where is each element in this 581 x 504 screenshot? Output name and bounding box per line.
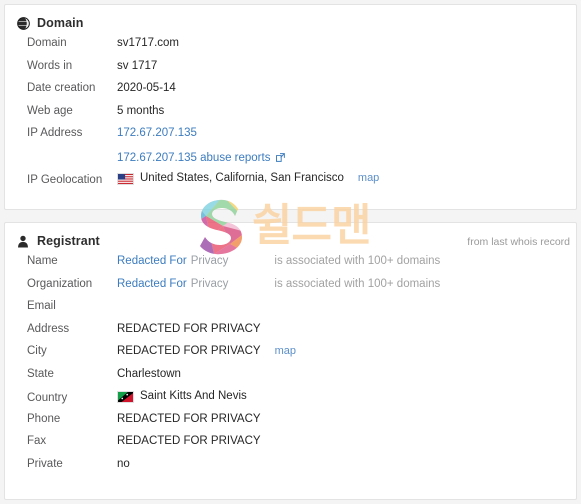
domain-card: Domain Domain sv1717.com Words in sv 171… bbox=[4, 4, 577, 210]
row-label: IP Address bbox=[27, 127, 83, 139]
row-value-date-creation: 2020-05-14 bbox=[117, 82, 176, 94]
saint-kitts-nevis-flag-icon bbox=[117, 391, 134, 403]
table-row: Name Redacted For Privacy is associated … bbox=[5, 255, 576, 278]
geolocation-map-link[interactable]: map bbox=[358, 172, 379, 184]
row-label: Organization bbox=[27, 277, 93, 290]
registrant-organization-link[interactable]: Redacted For bbox=[117, 278, 187, 290]
row-label: Address bbox=[27, 322, 70, 335]
row-value-ip-address: 172.67.207.135 bbox=[117, 127, 197, 139]
row-label: IP Geolocation bbox=[27, 174, 103, 186]
whois-source-note: from last whois record bbox=[467, 236, 570, 248]
abuse-reports-link[interactable]: 172.67.207.135 abuse reports bbox=[117, 152, 270, 164]
row-label: Domain bbox=[27, 37, 67, 49]
country-text: Saint Kitts And Nevis bbox=[140, 390, 247, 402]
row-value-geolocation: United States, California, San Francisco… bbox=[117, 172, 379, 185]
row-label: Date creation bbox=[27, 82, 96, 94]
row-value-words-in: sv 1717 bbox=[117, 59, 158, 72]
us-flag-icon bbox=[117, 173, 134, 185]
registrant-name-link[interactable]: Redacted For bbox=[117, 255, 187, 267]
registrant-card-header: Registrant from last whois record bbox=[5, 223, 576, 248]
ip-address-link[interactable]: 172.67.207.135 bbox=[117, 127, 197, 139]
table-row: Words in sv 1717 bbox=[5, 60, 576, 83]
row-label: Name bbox=[27, 255, 58, 267]
table-row: Country Saint Kitts And Nevis bbox=[5, 390, 576, 413]
registrant-organization-muted: Privacy bbox=[190, 277, 229, 290]
city-map-link[interactable]: map bbox=[275, 345, 296, 357]
table-row: Address REDACTED FOR PRIVACY bbox=[5, 323, 576, 346]
registrant-organization-association-note: is associated with 100+ domains bbox=[274, 277, 441, 290]
table-row: Organization Redacted For Privacy is ass… bbox=[5, 278, 576, 301]
row-label: Web age bbox=[27, 104, 73, 117]
row-value-private: no bbox=[117, 457, 130, 470]
registrant-card-title: Registrant bbox=[37, 234, 100, 248]
row-label: City bbox=[27, 345, 47, 357]
row-label: Fax bbox=[27, 435, 47, 447]
table-row: IP Geolocation United States, California… bbox=[5, 172, 576, 195]
table-row: 172.67.207.135 abuse reports bbox=[5, 150, 576, 173]
table-row: State Charlestown bbox=[5, 368, 576, 391]
external-link-icon[interactable] bbox=[275, 152, 286, 166]
table-row: Domain sv1717.com bbox=[5, 37, 576, 60]
row-label: Email bbox=[27, 300, 56, 312]
row-value-fax: REDACTED FOR PRIVACY bbox=[117, 435, 261, 447]
table-row: Fax REDACTED FOR PRIVACY bbox=[5, 435, 576, 458]
row-value-abuse-reports: 172.67.207.135 abuse reports bbox=[117, 151, 286, 165]
page-root: Domain Domain sv1717.com Words in sv 171… bbox=[0, 0, 581, 504]
row-value-domain: sv1717.com bbox=[117, 37, 180, 49]
row-value-name: Redacted For Privacy is associated with … bbox=[117, 255, 440, 267]
domain-card-header: Domain bbox=[5, 5, 576, 30]
table-row: IP Address 172.67.207.135 bbox=[5, 127, 576, 150]
table-row: Date creation 2020-05-14 bbox=[5, 82, 576, 105]
registrant-name-muted: Privacy bbox=[190, 255, 229, 267]
table-row: Email bbox=[5, 300, 576, 323]
row-value-web-age: 5 months bbox=[117, 104, 165, 117]
registrant-card: Registrant from last whois record Name R… bbox=[4, 222, 577, 500]
city-text: REDACTED FOR PRIVACY bbox=[117, 345, 261, 357]
row-value-city: REDACTED FOR PRIVACY map bbox=[117, 345, 296, 357]
row-value-country: Saint Kitts And Nevis bbox=[117, 390, 247, 403]
row-value-phone: REDACTED FOR PRIVACY bbox=[117, 412, 261, 425]
user-icon bbox=[17, 235, 30, 248]
domain-card-title: Domain bbox=[37, 16, 84, 30]
table-row: Phone REDACTED FOR PRIVACY bbox=[5, 413, 576, 436]
row-value-state: Charlestown bbox=[117, 367, 181, 380]
table-row: City REDACTED FOR PRIVACY map bbox=[5, 345, 576, 368]
registrant-name-association-note: is associated with 100+ domains bbox=[274, 255, 441, 267]
row-label: Words in bbox=[27, 59, 73, 72]
domain-rows: Domain sv1717.com Words in sv 1717 Date … bbox=[5, 30, 576, 195]
geolocation-text: United States, California, San Francisco bbox=[140, 172, 344, 184]
registrant-rows: Name Redacted For Privacy is associated … bbox=[5, 248, 576, 480]
row-label: State bbox=[27, 367, 54, 380]
table-row: Web age 5 months bbox=[5, 105, 576, 128]
row-value-organization: Redacted For Privacy is associated with … bbox=[117, 278, 440, 290]
row-label: Country bbox=[27, 392, 68, 404]
row-label: Phone bbox=[27, 412, 61, 425]
row-value-address: REDACTED FOR PRIVACY bbox=[117, 322, 261, 335]
globe-icon bbox=[17, 16, 30, 30]
row-label: Private bbox=[27, 457, 63, 470]
table-row: Private no bbox=[5, 458, 576, 481]
